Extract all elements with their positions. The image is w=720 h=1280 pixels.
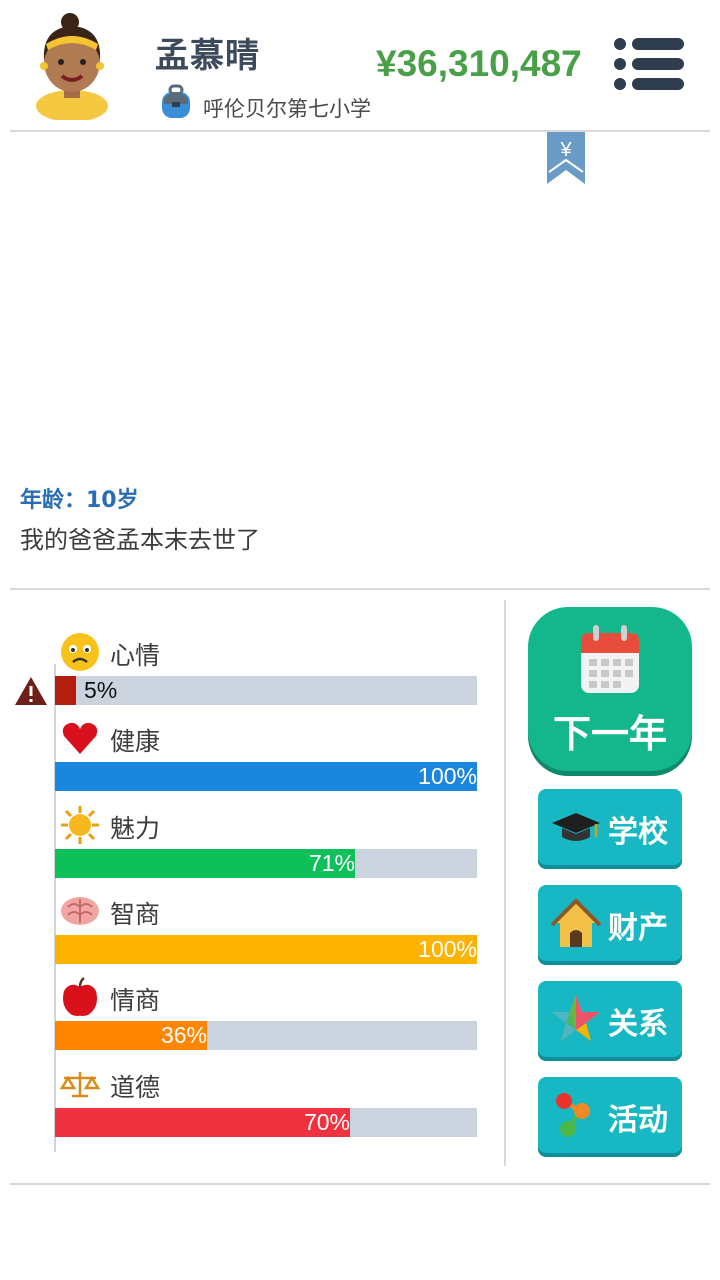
activities-button-label: 活动 bbox=[608, 1103, 668, 1138]
apple-icon bbox=[60, 977, 100, 1017]
menu-icon[interactable] bbox=[612, 38, 684, 90]
stat-fill-iq bbox=[55, 935, 477, 964]
sun-icon bbox=[60, 805, 100, 845]
stat-label-mood: 心情 bbox=[110, 641, 161, 670]
next-year-label: 下一年 bbox=[552, 712, 667, 756]
stat-label-iq: 智商 bbox=[110, 900, 161, 929]
event-age: 年龄：10岁 bbox=[20, 488, 139, 513]
school-button[interactable]: 学校 bbox=[538, 789, 682, 865]
school-name: 呼伦贝尔第七小学 bbox=[203, 97, 371, 121]
stat-fill-health bbox=[55, 762, 477, 791]
graduation-cap-icon bbox=[552, 813, 600, 841]
money-balance: ¥36,310,487 bbox=[376, 43, 582, 84]
stat-bar-iq: 100% bbox=[55, 935, 477, 964]
calendar-icon bbox=[581, 625, 639, 693]
player-name: 孟慕晴 bbox=[155, 36, 260, 76]
stat-label-health: 健康 bbox=[110, 727, 161, 756]
panel-divider bbox=[504, 600, 506, 1166]
stat-pct-health: 100% bbox=[418, 763, 477, 789]
stat-bar-health: 100% bbox=[55, 762, 477, 791]
stat-label-eq: 情商 bbox=[110, 986, 161, 1015]
property-button[interactable]: 财产 bbox=[538, 885, 682, 961]
brain-icon bbox=[60, 891, 100, 931]
scales-icon bbox=[59, 1064, 101, 1104]
property-button-label: 财产 bbox=[608, 911, 668, 946]
footer-divider bbox=[10, 1183, 710, 1185]
stat-pct-mood: 5% bbox=[84, 677, 118, 703]
next-year-button[interactable]: 下一年 bbox=[528, 607, 692, 771]
stat-fill-mood bbox=[55, 676, 76, 705]
house-icon bbox=[550, 898, 602, 947]
stats-axis bbox=[54, 664, 56, 1152]
stat-label-charm: 魅力 bbox=[110, 814, 161, 843]
stat-bar-charm: 71% bbox=[55, 849, 477, 878]
activities-icon bbox=[556, 1093, 590, 1137]
relations-button-label: 关系 bbox=[608, 1007, 668, 1042]
header-divider bbox=[10, 130, 710, 132]
stat-pct-charm: 71% bbox=[308, 850, 355, 876]
relations-button[interactable]: 关系 bbox=[538, 981, 682, 1057]
bookmark-symbol: ¥ bbox=[559, 139, 572, 161]
stat-bar-morality: 70% bbox=[55, 1108, 477, 1137]
stat-label-morality: 道德 bbox=[110, 1073, 161, 1102]
heart-icon bbox=[60, 718, 100, 758]
avatar[interactable] bbox=[30, 10, 114, 122]
star-icon bbox=[552, 995, 600, 1041]
activities-button[interactable]: 活动 bbox=[538, 1077, 682, 1153]
warning-icon bbox=[14, 676, 48, 706]
bookmark-icon[interactable]: ¥ bbox=[547, 132, 585, 184]
stat-pct-iq: 100% bbox=[418, 936, 477, 962]
log-divider bbox=[10, 588, 710, 590]
stat-pct-morality: 70% bbox=[303, 1109, 350, 1135]
stat-bar-eq: 36% bbox=[55, 1021, 477, 1050]
sad-face-icon bbox=[60, 632, 100, 672]
stat-bar-mood: 5% bbox=[55, 676, 477, 705]
event-text: 我的爸爸孟本末去世了 bbox=[20, 526, 260, 554]
backpack-icon bbox=[158, 84, 194, 120]
school-button-label: 学校 bbox=[608, 815, 668, 850]
stat-pct-eq: 36% bbox=[160, 1022, 207, 1048]
